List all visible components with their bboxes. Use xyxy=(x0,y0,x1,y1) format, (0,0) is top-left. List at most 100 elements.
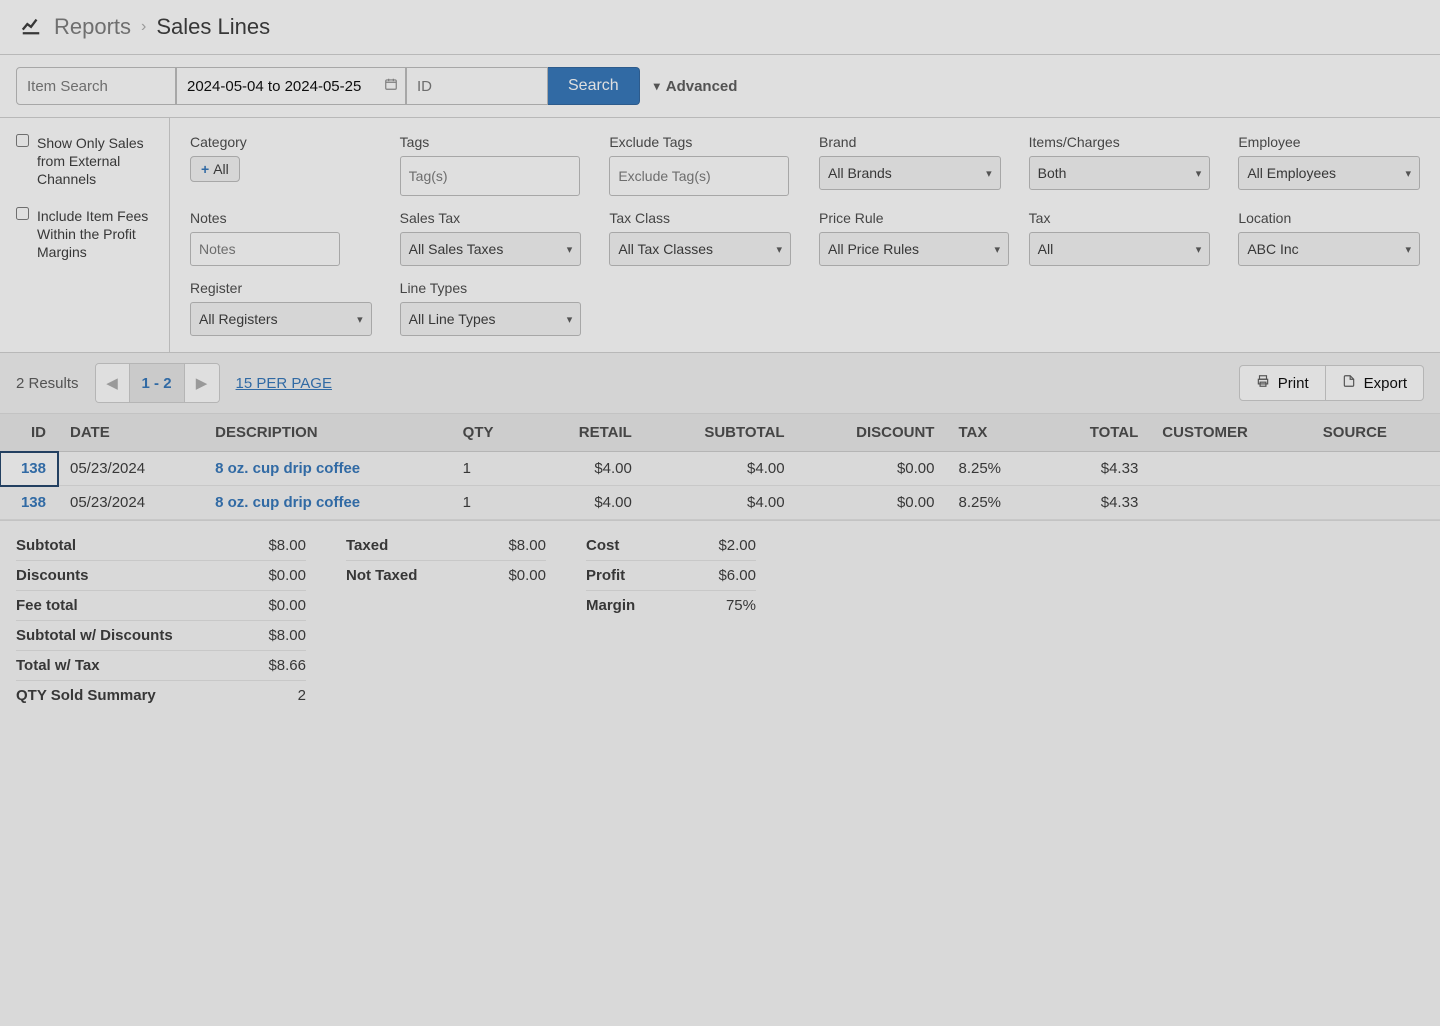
col-source[interactable]: SOURCE xyxy=(1311,414,1440,452)
price-rule-select[interactable]: All Price Rules ▾ xyxy=(819,232,1009,266)
col-retail[interactable]: RETAIL xyxy=(531,414,644,452)
pager-range[interactable]: 1 - 2 xyxy=(130,364,185,402)
breadcrumb-reports[interactable]: Reports xyxy=(54,14,131,40)
tax-class-value: All Tax Classes xyxy=(618,241,713,257)
chevron-down-icon: ▾ xyxy=(357,313,363,326)
date-range-input[interactable] xyxy=(176,67,406,105)
col-total[interactable]: TOTAL xyxy=(1044,414,1150,452)
tags-input[interactable] xyxy=(400,156,580,196)
price-rule-value: All Price Rules xyxy=(828,241,919,257)
summary-value: $8.00 xyxy=(268,537,306,554)
export-icon xyxy=(1342,374,1356,392)
id-link[interactable]: 138 xyxy=(21,460,46,477)
print-button[interactable]: Print xyxy=(1239,365,1326,401)
id-input[interactable] xyxy=(406,67,548,105)
checkbox-external-channels[interactable]: Show Only Sales from External Channels xyxy=(16,134,153,189)
filter-notes-label: Notes xyxy=(190,210,372,226)
chevron-right-icon: › xyxy=(141,18,146,36)
results-toolbar: 2 Results ◀ 1 - 2 ▶ 15 PER PAGE Print Ex… xyxy=(0,353,1440,414)
category-all-button[interactable]: + All xyxy=(190,156,240,182)
checkbox-include-fees[interactable]: Include Item Fees Within the Profit Marg… xyxy=(16,207,153,262)
filter-exclude-tags: Exclude Tags xyxy=(609,134,791,196)
col-qty[interactable]: QTY xyxy=(451,414,531,452)
summary-row: Margin75% xyxy=(586,591,756,620)
notes-input[interactable] xyxy=(190,232,340,266)
summary-label: Subtotal xyxy=(16,537,76,554)
summary-label: Margin xyxy=(586,597,635,614)
search-bar: Search ▾ Advanced xyxy=(0,55,1440,118)
id-link[interactable]: 138 xyxy=(21,494,46,511)
items-charges-value: Both xyxy=(1038,165,1067,181)
tax-class-select[interactable]: All Tax Classes ▾ xyxy=(609,232,791,266)
print-label: Print xyxy=(1278,375,1309,392)
location-select[interactable]: ABC Inc▾ xyxy=(1238,232,1420,266)
plus-icon: + xyxy=(201,161,209,177)
summary-row: Subtotal w/ Discounts$8.00 xyxy=(16,621,306,651)
cell-discount: $0.00 xyxy=(797,486,947,520)
chevron-down-icon: ▾ xyxy=(654,79,660,93)
col-date[interactable]: DATE xyxy=(58,414,203,452)
items-charges-select[interactable]: Both ▾ xyxy=(1029,156,1211,190)
sales-tax-value: All Sales Taxes xyxy=(409,241,504,257)
description-link[interactable]: 8 oz. cup drip coffee xyxy=(215,460,360,477)
summary-row: Discounts$0.00 xyxy=(16,561,306,591)
pager-prev-button[interactable]: ◀ xyxy=(96,364,130,402)
checkbox-include-fees-input[interactable] xyxy=(16,207,29,220)
cell-description: 8 oz. cup drip coffee xyxy=(203,486,451,520)
col-description[interactable]: DESCRIPTION xyxy=(203,414,451,452)
col-customer[interactable]: CUSTOMER xyxy=(1150,414,1310,452)
cell-date: 05/23/2024 xyxy=(58,486,203,520)
tax-select[interactable]: All▾ xyxy=(1029,232,1211,266)
summary-value: 2 xyxy=(298,687,306,704)
chevron-down-icon: ▾ xyxy=(1405,167,1411,180)
filter-location-label: Location xyxy=(1238,210,1420,226)
brand-select[interactable]: All Brands▾ xyxy=(819,156,1001,190)
brand-select-value: All Brands xyxy=(828,165,892,181)
summary-value: $6.00 xyxy=(718,567,756,584)
tax-value: All xyxy=(1038,241,1054,257)
cell-tax: 8.25% xyxy=(946,486,1043,520)
summary-row: Profit$6.00 xyxy=(586,561,756,591)
item-search-input[interactable] xyxy=(16,67,176,105)
summary-value: $8.00 xyxy=(508,537,546,554)
summary-value: $0.00 xyxy=(268,597,306,614)
chart-line-icon xyxy=(20,14,42,40)
filter-price-rule: Price Rule All Price Rules▾ xyxy=(819,210,1001,266)
exclude-tags-input[interactable] xyxy=(609,156,789,196)
cell-customer xyxy=(1150,452,1310,486)
cell-customer xyxy=(1150,486,1310,520)
employee-select[interactable]: All Employees▾ xyxy=(1238,156,1420,190)
filter-employee: Employee All Employees▾ xyxy=(1238,134,1420,196)
register-value: All Registers xyxy=(199,311,278,327)
col-id[interactable]: ID xyxy=(0,414,58,452)
register-select[interactable]: All Registers ▾ xyxy=(190,302,372,336)
chevron-down-icon: ▾ xyxy=(1196,167,1202,180)
col-tax[interactable]: TAX xyxy=(946,414,1043,452)
summary-row: Not Taxed$0.00 xyxy=(346,561,546,590)
chevron-down-icon: ▾ xyxy=(776,243,782,256)
category-all-label: All xyxy=(213,161,229,177)
table-row: 13805/23/20248 oz. cup drip coffee1$4.00… xyxy=(0,452,1440,486)
chevron-down-icon: ▾ xyxy=(567,313,573,326)
line-types-select[interactable]: All Line Types▾ xyxy=(400,302,582,336)
search-button[interactable]: Search xyxy=(548,67,640,105)
filter-items-charges-label: Items/Charges xyxy=(1029,134,1211,150)
summary-label: Fee total xyxy=(16,597,78,614)
summary-label: Discounts xyxy=(16,567,89,584)
filter-tax-class: Tax Class All Tax Classes▾ xyxy=(609,210,791,266)
description-link[interactable]: 8 oz. cup drip coffee xyxy=(215,494,360,511)
filter-tax-label: Tax xyxy=(1029,210,1211,226)
chevron-down-icon: ▾ xyxy=(994,243,1000,256)
summary-label: Taxed xyxy=(346,537,388,554)
results-count: 2 Results xyxy=(16,375,79,392)
col-subtotal[interactable]: SUBTOTAL xyxy=(644,414,797,452)
advanced-toggle[interactable]: ▾ Advanced xyxy=(654,78,738,95)
sales-tax-select[interactable]: All Sales Taxes ▾ xyxy=(400,232,582,266)
filter-sales-tax: Sales Tax All Sales Taxes▾ xyxy=(400,210,582,266)
col-discount[interactable]: DISCOUNT xyxy=(797,414,947,452)
per-page-link[interactable]: 15 PER PAGE xyxy=(236,375,332,392)
checkbox-external-channels-input[interactable] xyxy=(16,134,29,147)
export-button[interactable]: Export xyxy=(1326,365,1424,401)
pager-next-button[interactable]: ▶ xyxy=(185,364,219,402)
chevron-down-icon: ▾ xyxy=(567,243,573,256)
